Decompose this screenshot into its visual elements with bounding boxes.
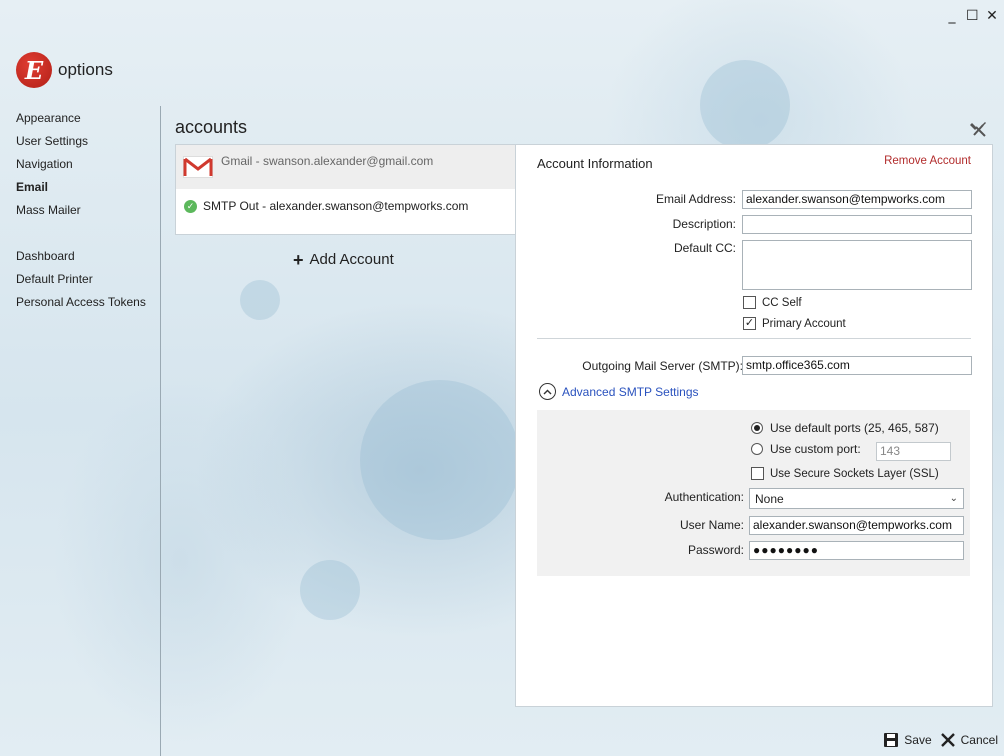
background-splat (360, 380, 520, 540)
background-splat (240, 280, 280, 320)
background-splat (700, 60, 790, 150)
sidebar-item-appearance[interactable]: Appearance (16, 110, 146, 133)
primary-account-label: Primary Account (762, 317, 846, 330)
remove-account-link[interactable]: Remove Account (884, 155, 971, 167)
cancel-label: Cancel (960, 733, 998, 747)
account-info-heading: Account Information (537, 156, 653, 171)
username-label: User Name: (679, 518, 744, 532)
plus-icon: + (293, 249, 304, 270)
check-circle-icon: ✓ (184, 199, 197, 213)
account-item-label: SMTP Out - alexander.swanson@tempworks.c… (203, 199, 469, 213)
add-account-label: Add Account (309, 251, 394, 268)
custom-port-radio[interactable]: Use custom port: (751, 442, 861, 456)
cc-self-label: CC Self (762, 296, 802, 309)
sidebar-item-default-printer[interactable]: Default Printer (16, 271, 146, 294)
app-logo: E (16, 52, 52, 88)
default-cc-label: Default CC: (673, 241, 736, 255)
sidebar-item-email[interactable]: Email (16, 179, 146, 202)
footer-actions: Save Cancel (883, 732, 998, 748)
email-label: Email Address: (655, 192, 736, 206)
tools-icon[interactable] (970, 120, 988, 138)
custom-port-label: Use custom port: (770, 442, 861, 456)
radio-button (751, 443, 763, 455)
checkbox-box (743, 296, 756, 309)
password-label: Password: (687, 543, 744, 557)
chevron-down-icon: ⌄ (949, 493, 958, 504)
smtp-label: Outgoing Mail Server (SMTP): (582, 359, 743, 373)
authentication-label: Authentication: (664, 490, 744, 504)
close-icon (940, 733, 955, 747)
account-item-smtp[interactable]: ✓ SMTP Out - alexander.swanson@tempworks… (176, 195, 516, 217)
gmail-icon (183, 156, 213, 178)
default-cc-field[interactable] (742, 240, 972, 290)
sidebar-item-dashboard[interactable]: Dashboard (16, 248, 146, 271)
sidebar-divider (160, 106, 161, 756)
sidebar-item-mass-mailer[interactable]: Mass Mailer (16, 202, 146, 225)
window-controls: _ ☐ ✕ (946, 8, 998, 24)
account-item-label: Gmail - swanson.alexander@gmail.com (221, 154, 434, 168)
password-field[interactable]: ●●●●●●●● (749, 541, 964, 560)
app-header: E options (16, 52, 113, 88)
sidebar-item-navigation[interactable]: Navigation (16, 156, 146, 179)
default-ports-label: Use default ports (25, 465, 587) (770, 421, 939, 435)
cancel-button[interactable]: Cancel (940, 732, 998, 748)
default-ports-radio[interactable]: Use default ports (25, 465, 587) (751, 421, 939, 435)
account-list: Gmail - swanson.alexander@gmail.com ✓ SM… (175, 144, 517, 235)
smtp-server-field[interactable]: smtp.office365.com (742, 356, 972, 375)
username-field[interactable]: alexander.swanson@tempworks.com (749, 516, 964, 535)
advanced-smtp-section: Use default ports (25, 465, 587) Use cus… (537, 410, 970, 576)
add-account-button[interactable]: + Add Account (293, 249, 394, 270)
authentication-value: None (755, 491, 784, 506)
email-field[interactable]: alexander.swanson@tempworks.com (742, 190, 972, 209)
checkbox-box (751, 467, 764, 480)
account-item-gmail[interactable]: Gmail - swanson.alexander@gmail.com (176, 145, 516, 189)
page-title: accounts (175, 117, 248, 137)
custom-port-field[interactable]: 143 (876, 442, 951, 461)
authentication-select[interactable]: None ⌄ (749, 488, 964, 509)
description-label: Description: (672, 217, 736, 231)
close-icon[interactable]: ✕ (986, 8, 998, 24)
account-info-panel: Account Information Remove Account Email… (515, 144, 993, 707)
minimize-icon[interactable]: _ (946, 8, 958, 24)
ssl-checkbox[interactable]: Use Secure Sockets Layer (SSL) (751, 467, 939, 480)
checkmark-icon: ✓ (743, 317, 756, 330)
save-label: Save (904, 733, 932, 747)
cc-self-checkbox[interactable]: CC Self (743, 296, 802, 309)
floppy-disk-icon (884, 733, 899, 747)
sidebar-item-user-settings[interactable]: User Settings (16, 133, 146, 156)
sidebar-item-personal-access-tokens[interactable]: Personal Access Tokens (16, 294, 146, 317)
primary-account-checkbox[interactable]: ✓ Primary Account (743, 317, 846, 330)
maximize-icon[interactable]: ☐ (966, 8, 979, 24)
advanced-smtp-toggle[interactable]: Advanced SMTP Settings (539, 383, 699, 400)
background-splat (300, 560, 360, 620)
ssl-label: Use Secure Sockets Layer (SSL) (770, 467, 939, 480)
chevron-up-icon (539, 383, 556, 400)
radio-button (751, 422, 763, 434)
advanced-smtp-label: Advanced SMTP Settings (562, 384, 699, 399)
save-button[interactable]: Save (883, 732, 932, 748)
app-title: options (58, 60, 113, 79)
sidebar-nav: Appearance User Settings Navigation Emai… (16, 110, 146, 317)
section-divider (537, 338, 971, 339)
description-field[interactable] (742, 215, 972, 234)
